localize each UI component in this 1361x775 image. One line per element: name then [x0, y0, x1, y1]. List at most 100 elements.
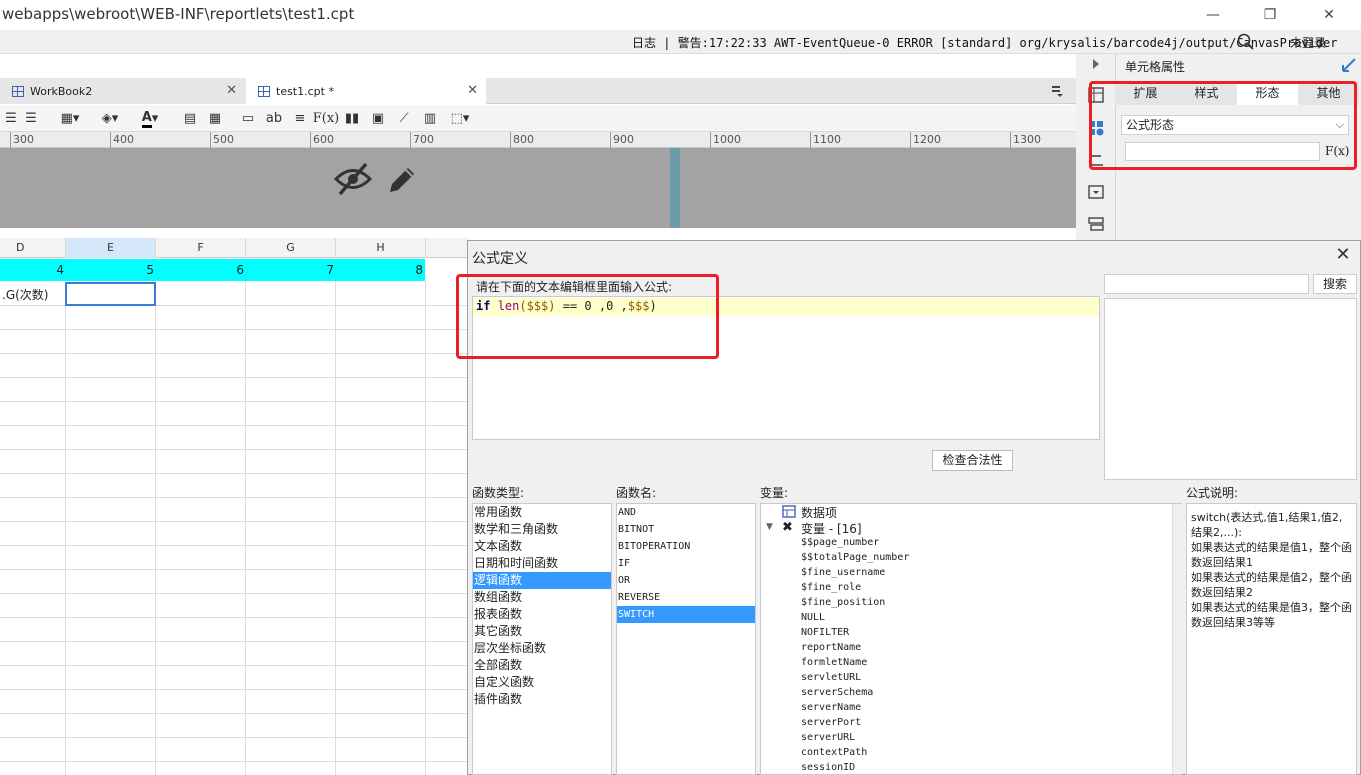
border-icon[interactable]: ▦▾ [56, 110, 84, 127]
variable-scrollbar[interactable] [1172, 504, 1182, 774]
hyperlink-icon[interactable] [1088, 184, 1104, 200]
close-button[interactable]: ✕ [1300, 0, 1358, 30]
unmerge-cells-icon[interactable]: ▦ [207, 110, 223, 127]
function-type-list: 常用函数 数学和三角函数 文本函数 日期和时间函数 逻辑函数 数组函数 报表函数… [472, 503, 612, 775]
merge-cells-icon[interactable]: ▤ [182, 110, 198, 127]
variable-item[interactable]: reportName [801, 642, 861, 653]
tab-close-icon[interactable]: ✕ [226, 83, 237, 98]
cell-element-icon[interactable]: ⬚▾ [448, 110, 472, 127]
ruler-tick: 1000 [710, 132, 741, 148]
variable-item[interactable]: serverSchema [801, 687, 873, 698]
variable-item[interactable]: $$page_number [801, 537, 879, 548]
login-link[interactable]: 未登录 [1290, 34, 1326, 51]
column-header-g[interactable]: G [246, 238, 336, 258]
cell-d2[interactable]: .G(次数) [2, 286, 48, 303]
edit-pencil-icon[interactable] [386, 164, 418, 196]
log-message[interactable]: 日志 | 警告:17:22:33 AWT-EventQueue-0 ERROR … [632, 34, 1337, 51]
list-item[interactable]: 数组函数 [473, 589, 611, 606]
list-item[interactable]: 报表函数 [473, 606, 611, 623]
list-item-selected[interactable]: SWITCH [617, 606, 755, 623]
check-validity-button[interactable]: 检查合法性 [932, 450, 1013, 471]
chart-icon[interactable]: ▮▮ [344, 110, 360, 127]
fill-color-icon[interactable]: ◈▾ [96, 110, 124, 127]
cell-f1[interactable]: 6 [156, 259, 246, 281]
list-item[interactable]: 插件函数 [473, 691, 611, 708]
list-item[interactable]: 自定义函数 [473, 674, 611, 691]
variable-item[interactable]: NOFILTER [801, 627, 849, 638]
variable-item[interactable]: $fine_role [801, 582, 861, 593]
tab-menu-icon[interactable] [1052, 85, 1064, 97]
list-item[interactable]: IF [617, 555, 755, 572]
spreadsheet-grid[interactable]: .G(次数) [0, 281, 470, 775]
align-right-icon[interactable]: ☰ [24, 110, 38, 127]
highlight-box-panel [1089, 81, 1357, 170]
column-header-d[interactable]: D [0, 238, 66, 258]
list-item[interactable]: 文本函数 [473, 538, 611, 555]
align-center-icon[interactable]: ☰ [4, 110, 18, 127]
variable-item[interactable]: formletName [801, 657, 867, 668]
ruler-tick: 300 [10, 132, 34, 148]
workbook-icon [12, 85, 24, 97]
dialog-title: 公式定义 [472, 251, 528, 267]
list-item[interactable]: REVERSE [617, 589, 755, 606]
variable-item[interactable]: $fine_position [801, 597, 885, 608]
tab-test1[interactable]: test1.cpt * ✕ [246, 78, 486, 104]
tree-expand-icon[interactable]: ▼ [766, 522, 773, 532]
hidden-eye-icon[interactable] [334, 162, 372, 196]
variable-item[interactable]: $$totalPage_number [801, 552, 909, 563]
window-title: webapps\webroot\WEB-INF\reportlets\test1… [2, 5, 355, 23]
list-item[interactable]: 常用函数 [473, 504, 611, 521]
cell-g1[interactable]: 7 [246, 259, 336, 281]
list-item[interactable]: 日期和时间函数 [473, 555, 611, 572]
formula-icon[interactable]: F(x) [313, 110, 340, 127]
ruler-tick: 600 [310, 132, 334, 148]
dialog-close-icon[interactable]: ✕ [1333, 245, 1353, 265]
cell-e1[interactable]: 5 [66, 259, 156, 281]
column-header-f[interactable]: F [156, 238, 246, 258]
variable-item[interactable]: serverPort [801, 717, 861, 728]
cell-h1[interactable]: 8 [336, 259, 425, 281]
variable-item[interactable]: serverURL [801, 732, 855, 743]
list-item[interactable]: BITOPERATION [617, 538, 755, 555]
minimize-button[interactable]: — [1184, 0, 1242, 30]
function-name-label: 函数名: [616, 486, 657, 500]
tree-data-items[interactable]: 数据项 [801, 504, 837, 521]
image-icon[interactable]: ▣ [369, 110, 387, 127]
collapse-arrow-icon[interactable] [1091, 59, 1101, 69]
text-icon[interactable]: ab [265, 110, 283, 127]
variable-item[interactable]: $fine_username [801, 567, 885, 578]
variable-item[interactable]: sessionID [801, 762, 855, 773]
search-button[interactable]: 搜索 [1313, 274, 1357, 294]
rich-text-icon[interactable]: ≡ [292, 110, 308, 127]
insert-row-icon[interactable]: ▭ [240, 110, 256, 127]
variable-item[interactable]: contextPath [801, 747, 867, 758]
subreport-icon[interactable]: ▥ [423, 110, 437, 127]
selected-cell-e2[interactable] [65, 282, 156, 306]
variable-item[interactable]: NULL [801, 612, 825, 623]
list-item[interactable]: 数学和三角函数 [473, 521, 611, 538]
list-item[interactable]: 其它函数 [473, 623, 611, 640]
variable-item[interactable]: serverName [801, 702, 861, 713]
cell-properties-title: 单元格属性 [1125, 60, 1186, 74]
list-item[interactable]: BITNOT [617, 521, 755, 538]
font-color-icon[interactable]: A ▾ [136, 110, 164, 128]
function-search-input[interactable] [1104, 274, 1309, 294]
tab-workbook2[interactable]: WorkBook2 ✕ [0, 78, 245, 104]
list-item[interactable]: AND [617, 504, 755, 521]
column-header-h[interactable]: H [336, 238, 426, 258]
cell-d1[interactable]: 4 [0, 259, 66, 281]
slash-icon[interactable]: ⟋ [396, 110, 412, 127]
description-line: switch(表达式,值1,结果1,值2,结果2,...): [1191, 511, 1343, 539]
list-item[interactable]: 全部函数 [473, 657, 611, 674]
list-item-selected[interactable]: 逻辑函数 [473, 572, 611, 589]
list-item[interactable]: 层次坐标函数 [473, 640, 611, 657]
tree-variables[interactable]: 变量 - [16] [801, 520, 862, 537]
maximize-button[interactable]: ❐ [1241, 0, 1299, 30]
search-icon[interactable] [1237, 33, 1254, 50]
column-header-e[interactable]: E [66, 238, 156, 258]
expand-corner-icon[interactable] [1342, 58, 1356, 72]
data-column-icon[interactable] [1088, 216, 1104, 232]
tab-close-icon[interactable]: ✕ [467, 83, 478, 98]
variable-item[interactable]: servletURL [801, 672, 861, 683]
list-item[interactable]: OR [617, 572, 755, 589]
